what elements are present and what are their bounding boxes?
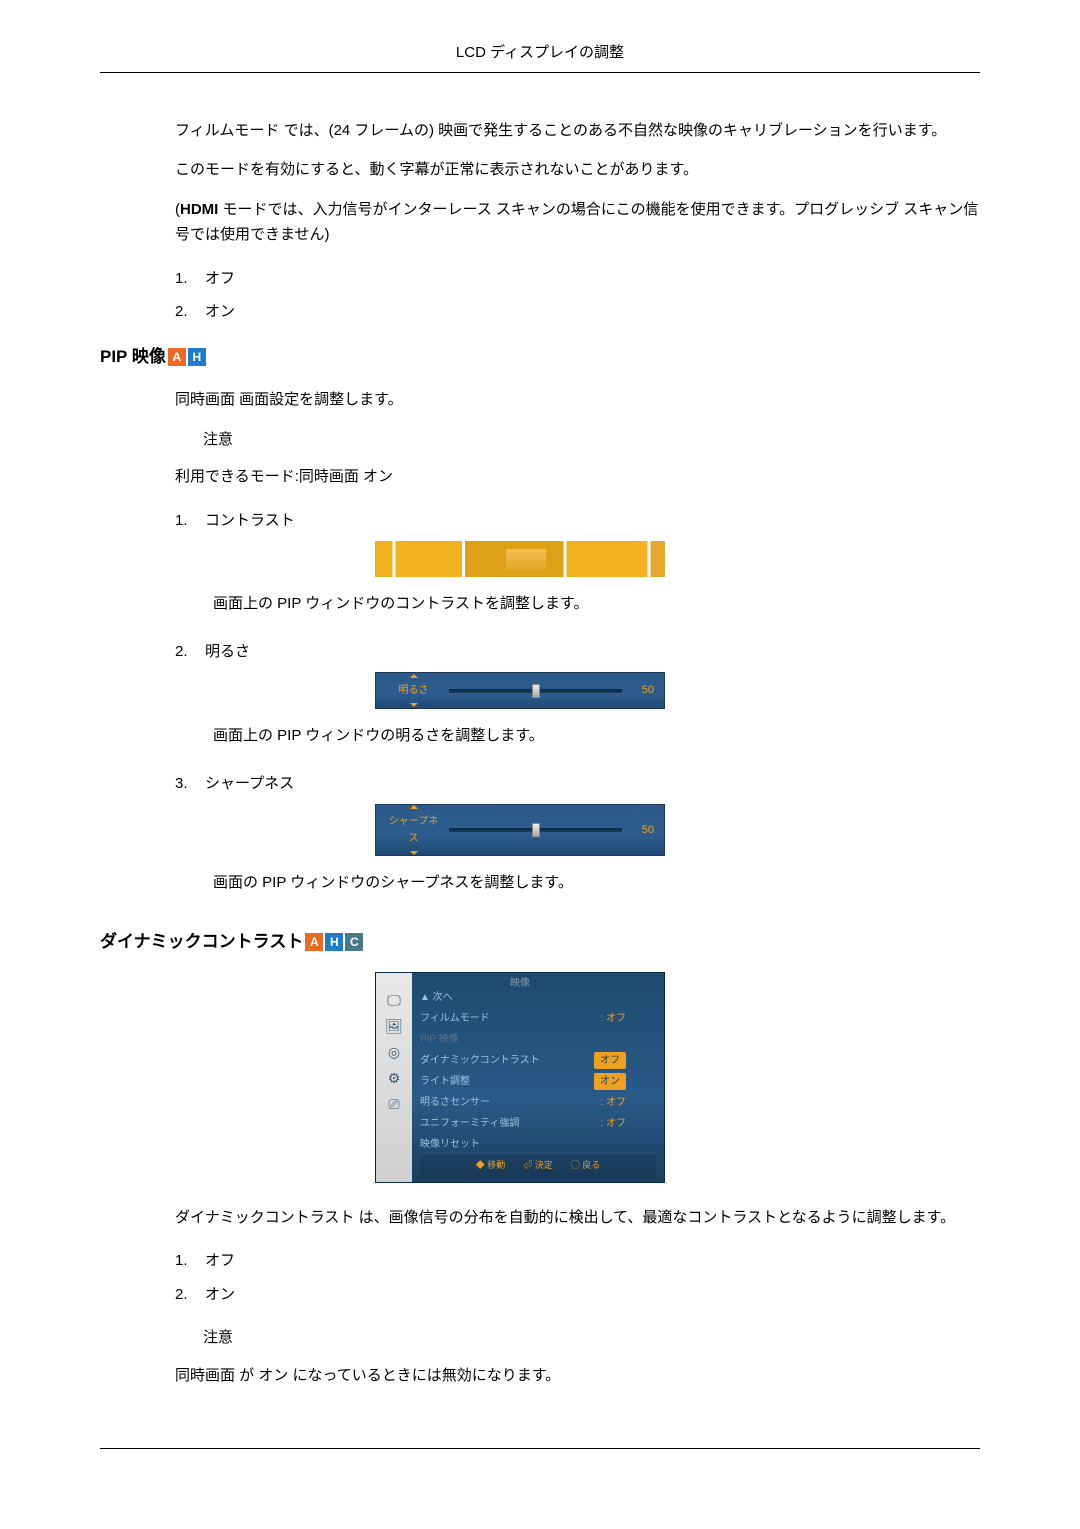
- osd-menu-figure: 映像 🖵 🖼 ◎ ⚙ ⎚ ▲ 次へ フィルムモード: オフPIP 映像ダイナミッ…: [375, 972, 665, 1182]
- osd-row: フィルムモード: オフ: [420, 1008, 656, 1029]
- slider-value: 50: [630, 821, 654, 840]
- slider-track: [449, 828, 622, 832]
- osd-row: ライト調整オン: [420, 1071, 656, 1092]
- osd-icon-strip: 🖵 🖼 ◎ ⚙ ⎚: [376, 973, 412, 1181]
- dynamic-para-2: 同時画面 が オン になっているときには無効になります。: [175, 1363, 980, 1389]
- osd-title: 映像: [376, 973, 664, 994]
- dynamic-note-label: 注意: [175, 1325, 980, 1351]
- pip-para-2: 利用できるモード:同時画面 オン: [175, 464, 980, 490]
- slider-thumb: [532, 684, 540, 698]
- osd-row: ユニフォーミティ強調: オフ: [420, 1113, 656, 1134]
- badge-h-icon: H: [188, 348, 206, 366]
- badge-a-icon: A: [305, 933, 323, 951]
- pip-content: 同時画面 画面設定を調整します。 注意 利用できるモード:同時画面 オン 1.コ…: [100, 387, 980, 913]
- contrast-figure: [375, 541, 665, 577]
- pip-contrast-desc: 画面上の PIP ウィンドウのコントラストを調整します。: [175, 591, 980, 617]
- list-item: 1.オフ: [175, 1244, 980, 1278]
- film-bold: フィルムモード: [175, 122, 279, 139]
- list-item: 2.オン: [175, 1278, 980, 1312]
- slider-label: シャープネス: [386, 813, 441, 847]
- list-item: 2.オン: [175, 295, 980, 329]
- osd-row: ダイナミックコントラストオフ: [420, 1050, 656, 1071]
- osd-items: ▲ 次へ フィルムモード: オフPIP 映像ダイナミックコントラストオフライト調…: [412, 973, 664, 1181]
- badge-c-icon: C: [345, 933, 363, 951]
- film-list: 1.オフ 2.オン: [175, 262, 980, 329]
- brightness-slider-figure: 明るさ 50: [375, 672, 665, 709]
- film-para-1: フィルムモード では、(24 フレームの) 映画で発生することのある不自然な映像…: [175, 118, 980, 144]
- list-item: 1.オフ: [175, 262, 980, 296]
- list-item: 2.明るさ 明るさ 50 画面上の PIP ウィンドウの明るさを調整します。: [175, 635, 980, 767]
- film-para-2: このモードを有効にすると、動く字幕が正常に表示されないことがあります。: [175, 157, 980, 183]
- dynamic-list: 1.オフ 2.オン: [175, 1244, 980, 1311]
- sharpness-slider-figure: シャープネス 50: [375, 804, 665, 856]
- content: フィルムモード では、(24 フレームの) 映画で発生することのある不自然な映像…: [100, 118, 980, 329]
- pip-list: 1.コントラスト 画面上の PIP ウィンドウのコントラストを調整します。 2.…: [175, 504, 980, 914]
- badge-a-icon: A: [168, 348, 186, 366]
- list-item: 3.シャープネス シャープネス 50 画面の PIP ウィンドウのシャープネスを…: [175, 767, 980, 914]
- slider-label: 明るさ: [386, 682, 441, 699]
- osd-row: PIP 映像: [420, 1029, 656, 1050]
- film-para-3: (HDMI モードでは、入力信号がインターレース スキャンの場合にこの機能を使用…: [175, 197, 980, 248]
- slider-value: 50: [630, 681, 654, 700]
- slider-thumb: [532, 823, 540, 837]
- slider-track: [449, 689, 622, 693]
- osd-picture-icon: 🖼: [376, 1013, 412, 1039]
- pip-heading: PIP 映像 A H: [100, 343, 980, 372]
- dynamic-para-1: ダイナミックコントラスト は、画像信号の分布を自動的に検出して、最適なコントラス…: [175, 1205, 980, 1231]
- header-title: LCD ディスプレイの調整: [456, 44, 624, 61]
- pip-note-label: 注意: [175, 427, 980, 453]
- osd-gear-icon: ⚙: [376, 1065, 412, 1091]
- pip-sharpness-desc: 画面の PIP ウィンドウのシャープネスを調整します。: [175, 870, 980, 896]
- badge-h-icon: H: [325, 933, 343, 951]
- osd-input-icon: ⎚: [376, 1091, 412, 1117]
- pip-brightness-desc: 画面上の PIP ウィンドウの明るさを調整します。: [175, 723, 980, 749]
- osd-row: 映像リセット: [420, 1134, 656, 1155]
- dynamic-heading: ダイナミックコントラスト A H C: [100, 928, 980, 957]
- osd-footer: ◆ 移動 ⏎ 決定 ◯ 戻る: [420, 1155, 656, 1177]
- list-item: 1.コントラスト 画面上の PIP ウィンドウのコントラストを調整します。: [175, 504, 980, 635]
- pip-para-1: 同時画面 画面設定を調整します。: [175, 387, 980, 413]
- page-header: LCD ディスプレイの調整: [100, 40, 980, 73]
- dynamic-content: 映像 🖵 🖼 ◎ ⚙ ⎚ ▲ 次へ フィルムモード: オフPIP 映像ダイナミッ…: [100, 972, 980, 1388]
- osd-circle-icon: ◎: [376, 1039, 412, 1065]
- footer-rule: [100, 1448, 980, 1449]
- osd-row: 明るさセンサー: オフ: [420, 1092, 656, 1113]
